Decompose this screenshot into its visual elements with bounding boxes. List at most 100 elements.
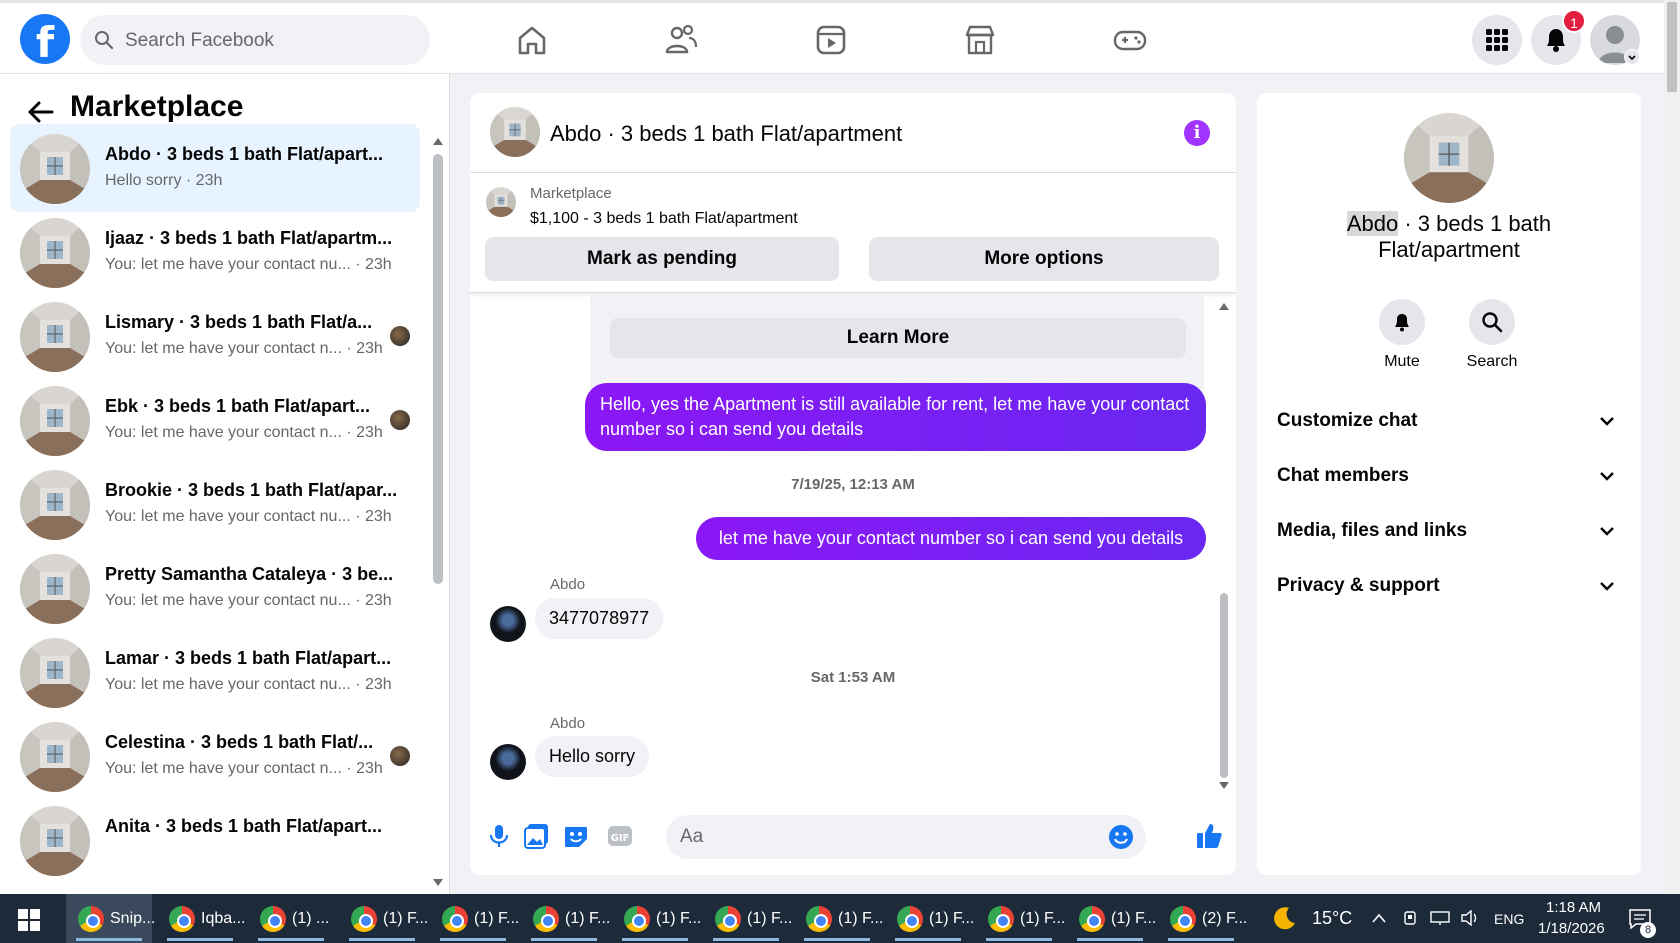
friends-icon[interactable] bbox=[661, 20, 701, 60]
sender-name: Abdo bbox=[550, 715, 586, 732]
sender-avatar[interactable] bbox=[490, 606, 526, 642]
conversation-item[interactable]: Pretty Samantha Cataleya · 3 be... You: l… bbox=[10, 544, 420, 632]
taskbar-browser-window[interactable]: (2) F... bbox=[1158, 894, 1247, 943]
taskbar-browser-window[interactable]: (1) F... bbox=[521, 894, 611, 943]
conversation-item[interactable]: Lismary · 3 beds 1 bath Flat/a... You: le… bbox=[10, 292, 420, 380]
conversation-preview: Hello sorry · 23h bbox=[105, 172, 223, 189]
chevron-down-icon[interactable] bbox=[1624, 49, 1640, 65]
conversation-item[interactable]: Ijaaz · 3 beds 1 bath Flat/apartm... You:… bbox=[10, 208, 420, 296]
chat-scrollbar[interactable] bbox=[1220, 593, 1228, 778]
conversation-preview: You: let me have your contact nu... · 23… bbox=[105, 592, 392, 609]
conversation-preview: You: let me have your contact n... · 23h bbox=[105, 424, 383, 441]
thumbs-up-icon[interactable] bbox=[1194, 821, 1224, 851]
customize-chat-section[interactable]: Customize chat bbox=[1277, 401, 1621, 441]
clock-time[interactable]: 1:18 AM bbox=[1546, 899, 1601, 916]
taskbar-browser-window[interactable]: (1) F... bbox=[1067, 894, 1156, 943]
search-conversation-button[interactable]: Search bbox=[1452, 299, 1532, 371]
listing-price-title[interactable]: $1,100 - 3 beds 1 bath Flat/apartment bbox=[530, 210, 798, 228]
network-icon[interactable] bbox=[1430, 910, 1450, 926]
conversation-item[interactable]: Celestina · 3 beds 1 bath Flat/... You: l… bbox=[10, 712, 420, 800]
video-icon[interactable] bbox=[811, 20, 851, 60]
chat-scroll-up-icon[interactable] bbox=[1218, 301, 1230, 311]
search-icon bbox=[1482, 312, 1503, 333]
taskbar-browser-window[interactable]: (1) F... bbox=[612, 894, 701, 943]
conversation-item[interactable]: Ebk · 3 beds 1 bath Flat/apart... You: le… bbox=[10, 376, 420, 464]
read-receipt-avatar bbox=[390, 326, 410, 346]
taskbar-browser-window[interactable]: (1) F... bbox=[976, 894, 1065, 943]
listing-avatar[interactable] bbox=[1404, 113, 1494, 203]
mark-as-pending-button[interactable]: Mark as pending bbox=[485, 237, 839, 281]
taskbar-browser-window[interactable]: (1) ... bbox=[248, 894, 334, 943]
chat-scroll-down-icon[interactable] bbox=[1218, 781, 1230, 791]
conversation-item[interactable]: Brookie · 3 beds 1 bath Flat/apar... You:… bbox=[10, 460, 420, 548]
gaming-icon[interactable] bbox=[1110, 20, 1150, 60]
taskbar-browser-window[interactable]: (1) F... bbox=[703, 894, 792, 943]
search-icon bbox=[95, 31, 114, 50]
listing-thumbnail[interactable] bbox=[490, 107, 540, 157]
taskbar-browser-window[interactable]: (1) F... bbox=[430, 894, 519, 943]
window-scrollbar-thumb[interactable] bbox=[1667, 2, 1677, 92]
temperature[interactable]: 15°C bbox=[1312, 908, 1352, 929]
section-label: Customize chat bbox=[1277, 410, 1418, 431]
marketplace-sidebar: Marketplace Abdo · 3 beds 1 bath Flat/ap… bbox=[0, 74, 450, 894]
message-input[interactable]: Aa bbox=[666, 815, 1146, 859]
taskbar-browser-window[interactable]: (1) F... bbox=[339, 894, 428, 943]
privacy-support-section[interactable]: Privacy & support bbox=[1277, 566, 1621, 606]
info-icon[interactable]: i bbox=[1184, 120, 1210, 146]
conversation-title: Brookie · 3 beds 1 bath Flat/apar... bbox=[105, 480, 398, 500]
window-scrollbar[interactable] bbox=[1664, 0, 1680, 894]
taskbar-snipping-tool[interactable]: Snip... bbox=[66, 894, 155, 943]
learn-more-button[interactable]: Learn More bbox=[610, 318, 1186, 358]
sender-name: Abdo bbox=[550, 576, 586, 593]
sidebar-scrollbar[interactable] bbox=[433, 154, 443, 584]
taskbar-browser-window[interactable]: (1) F... bbox=[794, 894, 883, 943]
chrome-icon bbox=[169, 906, 195, 932]
scroll-up-arrow-icon[interactable] bbox=[432, 136, 444, 146]
chevron-up-icon[interactable] bbox=[1372, 912, 1386, 924]
facebook-logo[interactable]: f bbox=[20, 14, 70, 64]
windows-start-icon[interactable] bbox=[18, 909, 40, 931]
search-facebook-input[interactable]: Search Facebook bbox=[80, 15, 430, 65]
back-arrow-icon[interactable] bbox=[26, 98, 54, 126]
chat-title[interactable]: Abdo · 3 beds 1 bath Flat/apartment bbox=[550, 121, 902, 147]
outgoing-message[interactable]: Hello, yes the Apartment is still availa… bbox=[585, 383, 1206, 451]
more-options-button[interactable]: More options bbox=[869, 237, 1219, 281]
outgoing-message[interactable]: let me have your contact number so i can… bbox=[696, 517, 1206, 560]
taskbar-browser-window[interactable]: Iqba... bbox=[157, 894, 246, 943]
conversation-item[interactable]: Abdo · 3 beds 1 bath Flat/apart... Hello … bbox=[10, 124, 420, 212]
weather-moon-icon[interactable] bbox=[1272, 905, 1298, 931]
emoji-icon[interactable] bbox=[1108, 824, 1134, 850]
home-icon[interactable] bbox=[512, 20, 552, 60]
bell-icon bbox=[1395, 314, 1409, 332]
running-indicator bbox=[1168, 938, 1234, 941]
incoming-message[interactable]: Hello sorry bbox=[535, 736, 650, 777]
conversation-item[interactable]: Anita · 3 beds 1 bath Flat/apart... bbox=[10, 796, 420, 884]
taskbar-item-label: Iqba... bbox=[201, 910, 246, 927]
clock-date[interactable]: 1/18/2026 bbox=[1538, 920, 1605, 937]
media-files-links-section[interactable]: Media, files and links bbox=[1277, 511, 1621, 551]
menu-grid-button[interactable] bbox=[1472, 15, 1522, 65]
microphone-icon[interactable] bbox=[484, 821, 514, 851]
conversation-title: Lismary · 3 beds 1 bath Flat/a... bbox=[105, 312, 373, 332]
meet-now-icon[interactable] bbox=[1402, 910, 1418, 926]
chrome-icon bbox=[260, 906, 286, 932]
section-label: Media, files and links bbox=[1277, 520, 1468, 541]
highlighted-name: Abdo bbox=[1346, 211, 1399, 236]
sticker-icon[interactable] bbox=[561, 821, 591, 851]
mute-button[interactable]: Mute bbox=[1362, 299, 1442, 371]
incoming-message[interactable]: 3477078977 bbox=[535, 598, 664, 639]
chat-members-section[interactable]: Chat members bbox=[1277, 456, 1621, 496]
language-indicator[interactable]: ENG bbox=[1494, 911, 1524, 927]
scroll-down-arrow-icon[interactable] bbox=[432, 878, 444, 888]
conversation-item[interactable]: Lamar · 3 beds 1 bath Flat/apart... You: … bbox=[10, 628, 420, 716]
running-indicator bbox=[713, 938, 779, 941]
taskbar-browser-window[interactable]: (1) F... bbox=[885, 894, 974, 943]
taskbar-item-label: (1) F... bbox=[565, 910, 611, 927]
volume-icon[interactable] bbox=[1460, 910, 1480, 926]
marketplace-label: Marketplace bbox=[530, 185, 612, 202]
gif-icon[interactable]: GIF bbox=[605, 821, 635, 851]
marketplace-icon[interactable] bbox=[960, 20, 1000, 60]
photo-icon[interactable] bbox=[522, 821, 552, 851]
chat-header: Abdo · 3 beds 1 bath Flat/apartment i bbox=[470, 93, 1236, 173]
sender-avatar[interactable] bbox=[490, 744, 526, 780]
